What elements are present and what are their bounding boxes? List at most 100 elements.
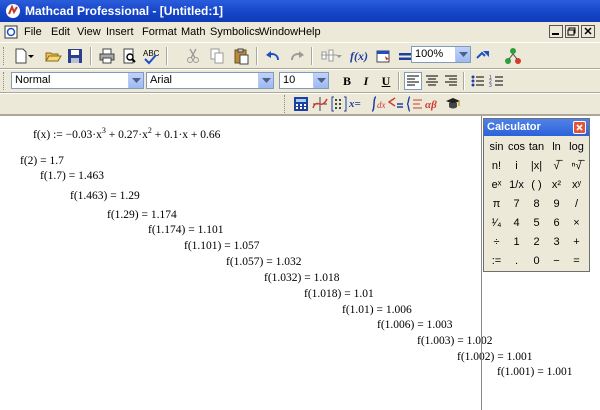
numbering-icon[interactable]: 123 bbox=[488, 72, 506, 90]
evaluation-palette-icon[interactable]: x= bbox=[349, 95, 367, 113]
evaluation-row[interactable]: f(1.29) = 1.174 bbox=[107, 209, 177, 221]
calc-key[interactable]: 6 bbox=[547, 215, 566, 232]
align-right-icon[interactable] bbox=[442, 72, 460, 90]
calculator-title-bar[interactable]: Calculator bbox=[484, 119, 589, 136]
evaluation-row[interactable]: f(1.032) = 1.018 bbox=[264, 272, 339, 284]
graph-palette-icon[interactable] bbox=[311, 95, 329, 113]
calc-key[interactable]: 9 bbox=[547, 196, 566, 213]
symbolic-palette-icon[interactable] bbox=[444, 95, 462, 113]
evaluation-row[interactable]: f(2) = 1.7 bbox=[20, 155, 64, 167]
chevron-down-icon[interactable] bbox=[313, 73, 328, 88]
calc-key[interactable]: x² bbox=[547, 177, 566, 194]
font-size-select[interactable]: 10 bbox=[279, 72, 329, 89]
align-left-icon[interactable] bbox=[404, 72, 422, 90]
doc-minimize-icon[interactable] bbox=[549, 25, 563, 38]
calc-key[interactable]: xʸ bbox=[567, 177, 586, 194]
chevron-down-icon[interactable] bbox=[455, 47, 470, 62]
calc-key[interactable]: |x| bbox=[527, 158, 546, 175]
evaluation-row[interactable]: f(1.101) = 1.057 bbox=[184, 240, 259, 252]
insert-unit-icon[interactable] bbox=[375, 47, 393, 65]
bold-button[interactable]: B bbox=[338, 72, 356, 90]
calc-key[interactable]: sin bbox=[487, 139, 506, 156]
menu-format[interactable]: Format bbox=[142, 26, 177, 38]
evaluation-row[interactable]: f(1.057) = 1.032 bbox=[226, 256, 301, 268]
underline-button[interactable]: U bbox=[377, 72, 395, 90]
print-preview-icon[interactable] bbox=[120, 47, 138, 65]
evaluation-row[interactable]: f(1.001) = 1.001 bbox=[497, 366, 572, 378]
calc-key[interactable]: tan bbox=[527, 139, 546, 156]
calc-key[interactable]: π bbox=[487, 196, 506, 213]
component-wizard-icon[interactable] bbox=[504, 47, 522, 65]
paste-icon[interactable] bbox=[232, 47, 250, 65]
calc-key[interactable]: / bbox=[567, 196, 586, 213]
evaluation-row[interactable]: f(1.002) = 1.001 bbox=[457, 351, 532, 363]
insert-hyperlink-icon[interactable] bbox=[474, 47, 492, 65]
cut-icon[interactable] bbox=[184, 47, 202, 65]
calc-key[interactable]: cos bbox=[507, 139, 526, 156]
evaluation-row[interactable]: f(1.006) = 1.003 bbox=[377, 319, 452, 331]
calc-key[interactable]: ¹⁄₄ bbox=[487, 215, 506, 232]
undo-icon[interactable] bbox=[264, 47, 282, 65]
spell-check-icon[interactable]: ABC bbox=[141, 47, 160, 65]
document-icon[interactable] bbox=[4, 25, 18, 39]
calc-key[interactable]: × bbox=[567, 215, 586, 232]
evaluation-row[interactable]: f(1.463) = 1.29 bbox=[70, 190, 140, 202]
calc-key[interactable]: = bbox=[567, 253, 586, 270]
chevron-down-icon[interactable] bbox=[128, 73, 143, 88]
calc-key[interactable]: ÷ bbox=[487, 234, 506, 251]
title-bar[interactable]: Mathcad Professional - [Untitled:1] bbox=[0, 0, 600, 22]
boolean-palette-icon[interactable] bbox=[387, 95, 405, 113]
greek-palette-icon[interactable]: αβ bbox=[425, 95, 443, 113]
toolbar-grip[interactable] bbox=[284, 95, 288, 113]
font-select[interactable]: Arial bbox=[146, 72, 274, 89]
zoom-select[interactable]: 100% bbox=[411, 46, 471, 63]
calculus-palette-icon[interactable]: dx bbox=[368, 95, 386, 113]
insert-function-icon[interactable]: f(x) bbox=[350, 47, 368, 65]
calc-key[interactable]: 7 bbox=[507, 196, 526, 213]
calc-key[interactable]: log bbox=[567, 139, 586, 156]
print-icon[interactable] bbox=[98, 47, 116, 65]
menu-window[interactable]: Window bbox=[259, 26, 298, 38]
calc-key[interactable]: eˣ bbox=[487, 177, 506, 194]
open-icon[interactable] bbox=[44, 47, 62, 65]
calc-key[interactable]: 8 bbox=[527, 196, 546, 213]
calc-key[interactable]: 1/x bbox=[507, 177, 526, 194]
evaluation-row[interactable]: f(1.7) = 1.463 bbox=[40, 170, 104, 182]
calc-key[interactable]: ( ) bbox=[527, 177, 546, 194]
evaluation-row[interactable]: f(1.01) = 1.006 bbox=[342, 304, 412, 316]
menu-view[interactable]: View bbox=[77, 26, 101, 38]
menu-help[interactable]: Help bbox=[298, 26, 321, 38]
calc-key[interactable]: + bbox=[567, 234, 586, 251]
menu-symbolics[interactable]: Symbolics bbox=[210, 26, 260, 38]
copy-icon[interactable] bbox=[208, 47, 226, 65]
align-center-icon[interactable] bbox=[423, 72, 441, 90]
function-definition[interactable]: f(x) := −0.03·x3 + 0.27·x2 + 0.1·x + 0.6… bbox=[33, 126, 220, 141]
menu-file[interactable]: File bbox=[24, 26, 42, 38]
calc-key[interactable]: 5 bbox=[527, 215, 546, 232]
save-icon[interactable] bbox=[66, 47, 84, 65]
calc-key[interactable]: 0 bbox=[527, 253, 546, 270]
close-icon[interactable] bbox=[573, 121, 586, 134]
menu-insert[interactable]: Insert bbox=[106, 26, 134, 38]
calc-key[interactable]: i bbox=[507, 158, 526, 175]
italic-button[interactable]: I bbox=[357, 72, 375, 90]
menu-edit[interactable]: Edit bbox=[51, 26, 70, 38]
new-dropdown-icon[interactable] bbox=[27, 47, 45, 65]
calc-key[interactable]: − bbox=[547, 253, 566, 270]
calc-key[interactable]: √̅ bbox=[547, 158, 566, 175]
doc-close-icon[interactable] bbox=[581, 25, 595, 38]
doc-restore-icon[interactable] bbox=[565, 25, 579, 38]
programming-palette-icon[interactable] bbox=[406, 95, 424, 113]
calc-key[interactable]: := bbox=[487, 253, 506, 270]
menu-math[interactable]: Math bbox=[181, 26, 205, 38]
bullets-icon[interactable] bbox=[469, 72, 487, 90]
matrix-palette-icon[interactable] bbox=[330, 95, 348, 113]
calc-key[interactable]: 2 bbox=[527, 234, 546, 251]
calc-key[interactable]: n! bbox=[487, 158, 506, 175]
calc-key[interactable]: ln bbox=[547, 139, 566, 156]
calc-key[interactable]: 4 bbox=[507, 215, 526, 232]
chevron-down-icon[interactable] bbox=[258, 73, 273, 88]
redo-icon[interactable] bbox=[288, 47, 306, 65]
calc-key[interactable]: 3 bbox=[547, 234, 566, 251]
evaluation-row[interactable]: f(1.174) = 1.101 bbox=[148, 224, 223, 236]
